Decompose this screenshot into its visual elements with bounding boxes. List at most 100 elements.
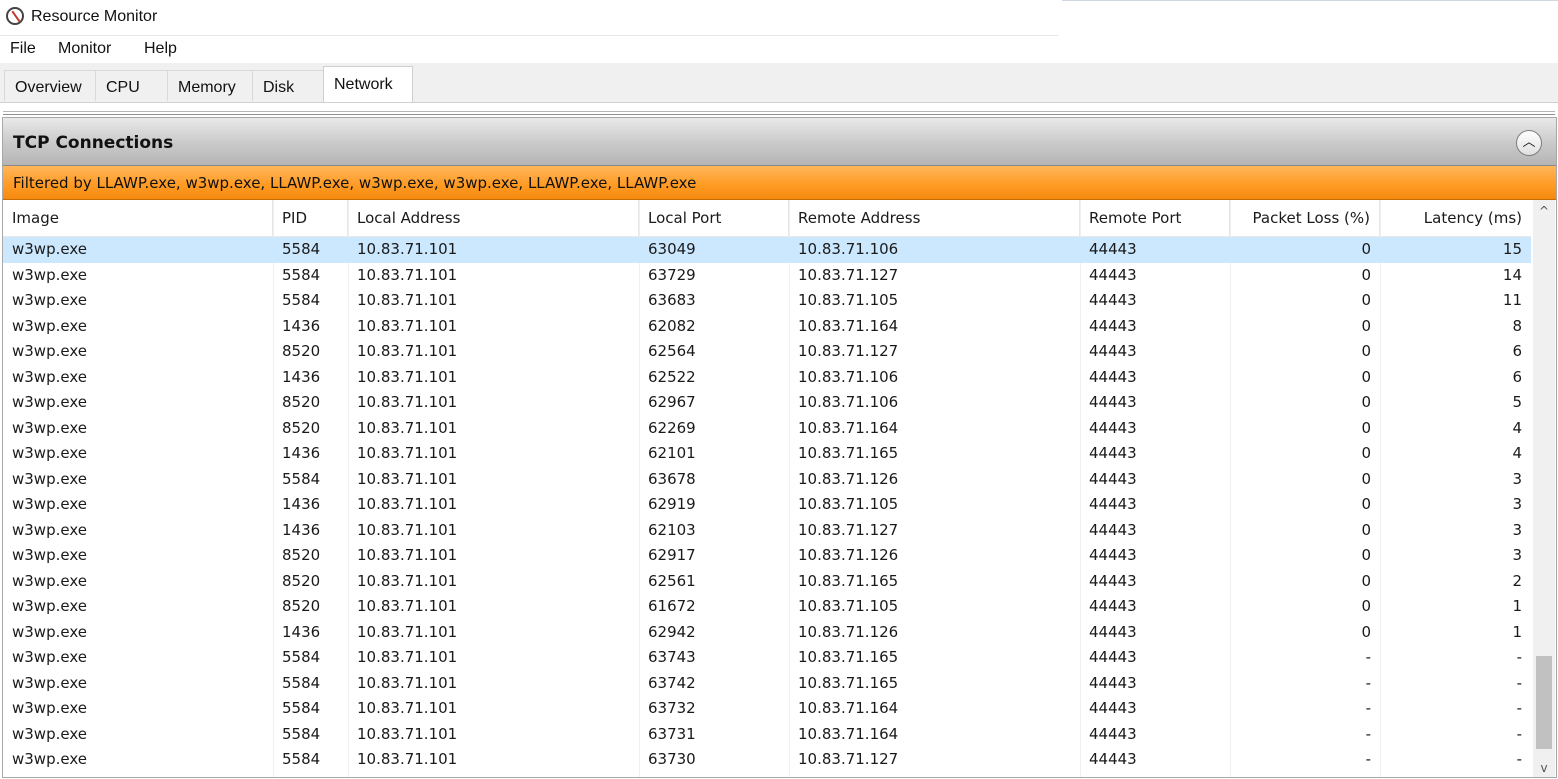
cell-packet-loss: 0 — [1361, 316, 1371, 335]
cell-latency: - — [1516, 699, 1522, 717]
window-title: Resource Monitor — [31, 8, 158, 25]
cell-pid: 5584 — [282, 724, 321, 743]
table-row[interactable]: w3wp.exe 8520 10.83.71.101 62561 10.83.71.16… — [3, 569, 1531, 595]
menu-help[interactable]: Help — [144, 40, 177, 58]
cell-remote-address: 10.83.71.127 — [798, 265, 899, 284]
cell-pid: 8520 — [282, 418, 321, 437]
collapse-chevron-up-icon[interactable]: ︿ — [1516, 130, 1542, 156]
cell-latency: 3 — [1512, 469, 1522, 488]
table-row[interactable]: w3wp.exe 5584 10.83.71.101 63678 10.83.71.12… — [3, 467, 1531, 493]
cell-local-address: 10.83.71.101 — [357, 291, 458, 309]
table-row[interactable]: w3wp.exe 8520 10.83.71.101 61672 10.83.71.10… — [3, 594, 1531, 620]
table-row[interactable]: w3wp.exe 1436 10.83.71.101 62103 10.83.71.12… — [3, 518, 1531, 544]
table-row[interactable]: w3wp.exe 5584 10.83.71.101 63729 10.83.71.12… — [3, 263, 1531, 289]
column-header-remote-address[interactable]: Remote Address — [789, 200, 1080, 236]
table-row[interactable]: w3wp.exe 5584 10.83.71.101 63683 10.83.71.10… — [3, 288, 1531, 314]
cell-remote-port: 44443 — [1089, 520, 1137, 539]
cell-pid: 5584 — [282, 648, 321, 666]
column-header-local-port[interactable]: Local Port — [639, 200, 789, 236]
cell-local-port: 62561 — [648, 571, 696, 590]
cell-latency: 2 — [1512, 571, 1522, 590]
cell-local-address: 10.83.71.101 — [357, 648, 458, 666]
scrollbar-thumb[interactable] — [1536, 656, 1552, 749]
cell-image: w3wp.exe — [12, 367, 87, 386]
table-header: Image PID Local Address Local Port Remot… — [3, 200, 1531, 237]
table-row[interactable]: w3wp.exe 5584 10.83.71.101 63732 10.83.71.16… — [3, 696, 1531, 722]
cell-image: w3wp.exe — [12, 724, 87, 743]
table-row[interactable]: w3wp.exe 8520 10.83.71.101 62269 10.83.71.16… — [3, 416, 1531, 442]
table-row[interactable]: w3wp.exe 8520 10.83.71.101 62564 10.83.71.12… — [3, 339, 1531, 365]
cell-pid: 8520 — [282, 342, 321, 360]
cell-remote-address: 10.83.71.164 — [798, 316, 899, 335]
cell-latency: - — [1516, 673, 1522, 692]
column-header-image[interactable]: Image — [3, 200, 273, 236]
tab-disk[interactable]: Disk — [252, 70, 324, 101]
menu-file[interactable]: File — [10, 40, 36, 58]
table-row[interactable]: w3wp.exe 5584 10.83.71.101 63731 10.83.71.16… — [3, 722, 1531, 748]
cell-pid: 5584 — [282, 265, 321, 284]
column-header-local-address[interactable]: Local Address — [348, 200, 639, 236]
section-header[interactable]: TCP Connections ︿ — [3, 118, 1556, 166]
table-row[interactable]: w3wp.exe 1436 10.83.71.101 62942 10.83.71.12… — [3, 620, 1531, 646]
tab-network[interactable]: Network — [323, 66, 413, 102]
cell-local-port: 63729 — [648, 265, 696, 284]
column-header-packet-loss[interactable]: Packet Loss (%) — [1230, 200, 1380, 236]
table-row[interactable]: w3wp.exe 5584 10.83.71.101 63730 10.83.71.12… — [3, 747, 1531, 773]
cell-remote-address: 10.83.71.105 — [798, 291, 899, 309]
scroll-down-arrow-icon[interactable]: v — [1533, 757, 1555, 777]
cell-local-port: 62269 — [648, 418, 696, 437]
cell-pid: 8520 — [282, 393, 321, 411]
cell-remote-address: 10.83.71.126 — [798, 622, 899, 641]
cell-packet-loss: 0 — [1361, 265, 1371, 284]
column-header-latency[interactable]: Latency (ms) — [1380, 200, 1531, 236]
cell-local-port: 63743 — [648, 648, 696, 666]
cell-remote-address: 10.83.71.106 — [798, 367, 899, 386]
cell-local-address: 10.83.71.101 — [357, 367, 458, 386]
cell-local-address: 10.83.71.101 — [357, 444, 458, 462]
table-row[interactable]: w3wp.exe 5584 10.83.71.101 63049 10.83.71.10… — [3, 237, 1531, 263]
cell-local-port: 62967 — [648, 393, 696, 411]
cell-image: w3wp.exe — [12, 546, 87, 564]
title-bar: Resource Monitor — [0, 0, 1060, 36]
menu-bar: File Monitor Help — [0, 37, 1558, 63]
cell-image: w3wp.exe — [12, 316, 87, 335]
cell-packet-loss: - — [1365, 724, 1371, 743]
table-row[interactable]: w3wp.exe 5584 10.83.71.101 63742 10.83.71.16… — [3, 671, 1531, 697]
filter-bar: Filtered by LLAWP.exe, w3wp.exe, LLAWP.e… — [3, 166, 1556, 200]
cell-packet-loss: 0 — [1361, 367, 1371, 386]
table-row[interactable]: w3wp.exe 1436 10.83.71.101 62082 10.83.71.16… — [3, 314, 1531, 340]
cell-packet-loss: - — [1365, 750, 1371, 768]
vertical-scrollbar[interactable]: ^ v — [1533, 200, 1555, 777]
cell-local-port: 63731 — [648, 724, 696, 743]
table-row[interactable]: w3wp.exe 8520 10.83.71.101 62967 10.83.71.10… — [3, 390, 1531, 416]
scroll-up-arrow-icon[interactable]: ^ — [1533, 200, 1555, 222]
table-row[interactable]: w3wp.exe 1436 10.83.71.101 62101 10.83.71.16… — [3, 441, 1531, 467]
cell-remote-port: 44443 — [1089, 265, 1137, 284]
cell-pid: 5584 — [282, 750, 321, 768]
menu-monitor[interactable]: Monitor — [58, 40, 111, 58]
title-separator — [0, 35, 1058, 36]
cell-remote-port: 44443 — [1089, 750, 1137, 768]
cell-local-address: 10.83.71.101 — [357, 469, 458, 488]
tab-cpu[interactable]: CPU — [95, 70, 168, 101]
cell-local-address: 10.83.71.101 — [357, 673, 458, 692]
cell-local-port: 62101 — [648, 444, 696, 462]
cell-local-port: 62103 — [648, 520, 696, 539]
cell-image: w3wp.exe — [12, 597, 87, 615]
tab-memory[interactable]: Memory — [167, 70, 253, 101]
cell-pid: 5584 — [282, 699, 321, 717]
cell-remote-address: 10.83.71.127 — [798, 520, 899, 539]
cell-remote-port: 44443 — [1089, 673, 1137, 692]
table-row[interactable]: w3wp.exe 5584 10.83.71.101 63743 10.83.71.16… — [3, 645, 1531, 671]
table-row[interactable]: w3wp.exe 1436 10.83.71.101 62919 10.83.71.10… — [3, 492, 1531, 518]
cell-local-port: 62942 — [648, 622, 696, 641]
column-header-pid[interactable]: PID — [273, 200, 348, 236]
table-row[interactable]: w3wp.exe 8520 10.83.71.101 62917 10.83.71.12… — [3, 543, 1531, 569]
cell-latency: 3 — [1512, 520, 1522, 539]
cell-packet-loss: 0 — [1361, 291, 1371, 309]
cell-packet-loss: 0 — [1361, 546, 1371, 564]
table-row[interactable]: w3wp.exe 1436 10.83.71.101 62522 10.83.71.10… — [3, 365, 1531, 391]
tab-overview[interactable]: Overview — [4, 70, 96, 101]
cell-image: w3wp.exe — [12, 750, 87, 768]
cell-packet-loss: 0 — [1361, 622, 1371, 641]
